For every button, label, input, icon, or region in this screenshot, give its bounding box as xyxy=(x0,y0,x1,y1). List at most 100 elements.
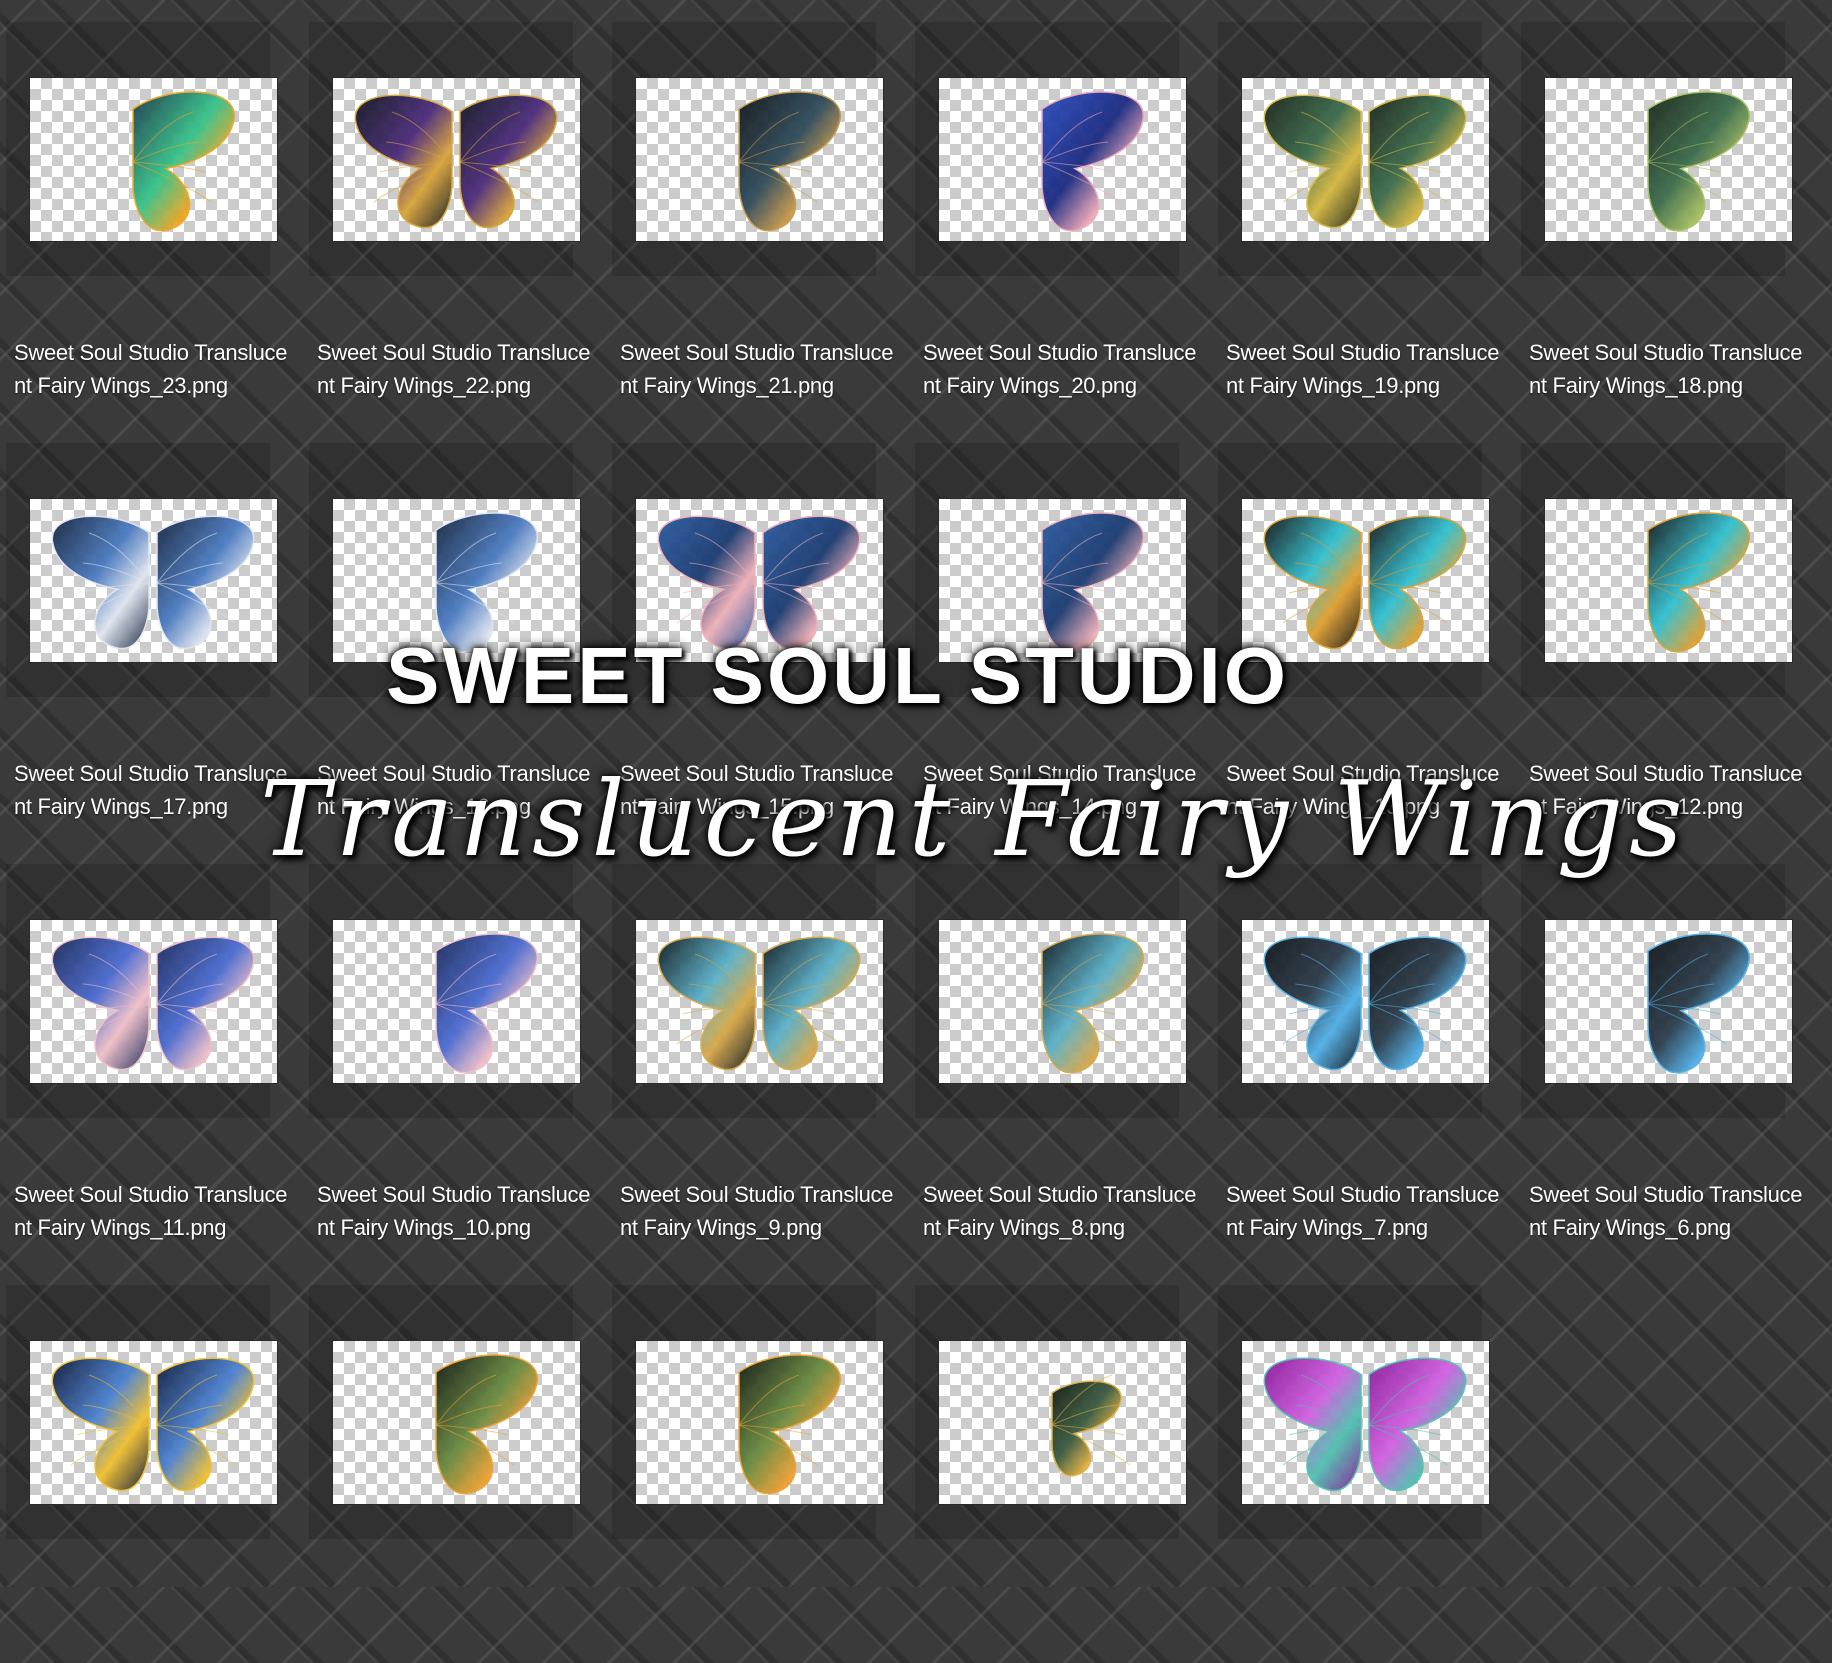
wing-shape xyxy=(738,1354,841,1495)
wing-shape xyxy=(435,1354,538,1495)
file-name[interactable]: Sweet Soul Studio Translucent Fairy Wing… xyxy=(1529,1178,1811,1244)
file-thumbnail[interactable] xyxy=(333,920,580,1083)
wing-image xyxy=(1647,933,1750,1074)
wing-shape xyxy=(1368,936,1467,1071)
wing-shape xyxy=(762,515,861,650)
wing-shape xyxy=(1368,94,1467,229)
wing-shape xyxy=(1263,1357,1362,1492)
file-thumbnail[interactable] xyxy=(636,78,883,241)
file-thumbnail[interactable] xyxy=(1545,920,1792,1083)
file-tile[interactable]: Sweet Soul Studio Translucent Fairy Wing… xyxy=(303,842,590,1242)
wing-shape xyxy=(762,936,861,1071)
wing-image xyxy=(1263,936,1467,1071)
wing-image xyxy=(1263,94,1467,229)
file-name[interactable]: Sweet Soul Studio Translucent Fairy Wing… xyxy=(1529,336,1811,402)
file-name[interactable]: Sweet Soul Studio Translucent Fairy Wing… xyxy=(923,336,1205,402)
wing-image xyxy=(354,94,558,229)
file-thumbnail[interactable] xyxy=(30,1341,277,1504)
file-name[interactable]: Sweet Soul Studio Translucent Fairy Wing… xyxy=(14,336,296,402)
wing-image xyxy=(132,91,235,232)
file-name[interactable]: Sweet Soul Studio Translucent Fairy Wing… xyxy=(1226,336,1508,402)
wing-shape xyxy=(156,1357,255,1492)
file-name[interactable]: Sweet Soul Studio Translucent Fairy Wing… xyxy=(1226,1178,1508,1244)
file-thumbnail[interactable] xyxy=(333,1341,580,1504)
wing-shape xyxy=(1041,933,1144,1074)
wing-image xyxy=(1647,91,1750,232)
wing-image xyxy=(1051,1374,1131,1477)
file-tile[interactable] xyxy=(606,1263,883,1663)
file-tile[interactable]: Sweet Soul Studio Translucent Fairy Wing… xyxy=(606,0,893,400)
file-thumbnail[interactable] xyxy=(30,920,277,1083)
file-tile[interactable] xyxy=(909,1263,1186,1663)
file-tile[interactable]: Sweet Soul Studio Translucent Fairy Wing… xyxy=(1515,842,1802,1242)
file-thumbnail[interactable] xyxy=(30,499,277,662)
file-thumbnail[interactable] xyxy=(1242,1341,1489,1504)
file-thumbnail[interactable] xyxy=(939,920,1186,1083)
wing-image xyxy=(738,1354,841,1495)
file-name[interactable]: Sweet Soul Studio Translucent Fairy Wing… xyxy=(317,336,599,402)
file-thumbnail[interactable] xyxy=(636,920,883,1083)
wing-shape xyxy=(51,515,150,650)
file-thumbnail[interactable] xyxy=(333,78,580,241)
wing-image xyxy=(738,91,841,232)
file-tile[interactable]: Sweet Soul Studio Translucent Fairy Wing… xyxy=(303,0,590,400)
wing-shape xyxy=(1647,91,1750,232)
wing-shape xyxy=(1263,94,1362,229)
wing-shape xyxy=(657,936,756,1071)
file-thumbnail[interactable] xyxy=(636,1341,883,1504)
file-tile[interactable]: Sweet Soul Studio Translucent Fairy Wing… xyxy=(1515,0,1802,400)
wing-image xyxy=(51,1357,255,1492)
file-tile[interactable]: Sweet Soul Studio Translucent Fairy Wing… xyxy=(909,0,1196,400)
wing-shape xyxy=(51,1357,150,1492)
wing-shape xyxy=(459,94,558,229)
file-tile[interactable]: Sweet Soul Studio Translucent Fairy Wing… xyxy=(1212,842,1499,1242)
file-tile[interactable] xyxy=(303,1263,580,1663)
wing-image xyxy=(1041,933,1144,1074)
file-tile[interactable]: Sweet Soul Studio Translucent Fairy Wing… xyxy=(909,842,1196,1242)
file-name[interactable]: Sweet Soul Studio Translucent Fairy Wing… xyxy=(923,1178,1205,1244)
wing-image xyxy=(657,936,861,1071)
file-thumbnail[interactable] xyxy=(939,78,1186,241)
file-thumbnail[interactable] xyxy=(1242,920,1489,1083)
file-name[interactable]: Sweet Soul Studio Translucent Fairy Wing… xyxy=(14,1178,296,1244)
wing-shape xyxy=(1263,515,1362,650)
file-name[interactable]: Sweet Soul Studio Translucent Fairy Wing… xyxy=(620,1178,902,1244)
wing-shape xyxy=(435,933,538,1074)
file-thumbnail[interactable] xyxy=(939,1341,1186,1504)
file-tile[interactable]: Sweet Soul Studio Translucent Fairy Wing… xyxy=(0,842,287,1242)
wing-image xyxy=(1263,1357,1467,1492)
wing-shape xyxy=(1647,512,1750,653)
brand-overlay-title: SWEET SOUL STUDIO xyxy=(386,631,1289,720)
file-tile[interactable]: Sweet Soul Studio Translucent Fairy Wing… xyxy=(0,0,287,400)
file-tile[interactable] xyxy=(1212,1263,1489,1663)
wing-shape xyxy=(1368,515,1467,650)
wing-shape xyxy=(51,936,150,1071)
wing-shape xyxy=(1263,936,1362,1071)
wing-image xyxy=(1041,91,1144,232)
wing-image xyxy=(51,936,255,1071)
wing-shape xyxy=(1647,933,1750,1074)
wing-shape xyxy=(156,515,255,650)
wing-shape xyxy=(657,515,756,650)
file-thumbnail[interactable] xyxy=(1545,499,1792,662)
wing-image xyxy=(435,933,538,1074)
wing-shape xyxy=(132,91,235,232)
file-name[interactable]: Sweet Soul Studio Translucent Fairy Wing… xyxy=(317,1178,599,1244)
file-name[interactable]: Sweet Soul Studio Translucent Fairy Wing… xyxy=(14,757,296,823)
wing-image xyxy=(51,515,255,650)
wing-shape xyxy=(1041,91,1144,232)
file-thumbnail[interactable] xyxy=(1242,78,1489,241)
file-thumbnail[interactable] xyxy=(30,78,277,241)
file-name[interactable]: Sweet Soul Studio Translucent Fairy Wing… xyxy=(620,336,902,402)
wing-image xyxy=(1647,512,1750,653)
wing-shape xyxy=(738,91,841,232)
file-tile[interactable] xyxy=(0,1263,277,1663)
file-tile[interactable]: Sweet Soul Studio Translucent Fairy Wing… xyxy=(1212,0,1499,400)
file-tile[interactable]: Sweet Soul Studio Translucent Fairy Wing… xyxy=(0,421,287,821)
wing-shape xyxy=(156,936,255,1071)
file-thumbnail[interactable] xyxy=(1545,78,1792,241)
wing-image xyxy=(435,1354,538,1495)
file-tile[interactable]: Sweet Soul Studio Translucent Fairy Wing… xyxy=(606,842,893,1242)
brand-overlay-subtitle: Translucent Fairy Wings xyxy=(260,758,1689,880)
wing-shape xyxy=(354,94,453,229)
